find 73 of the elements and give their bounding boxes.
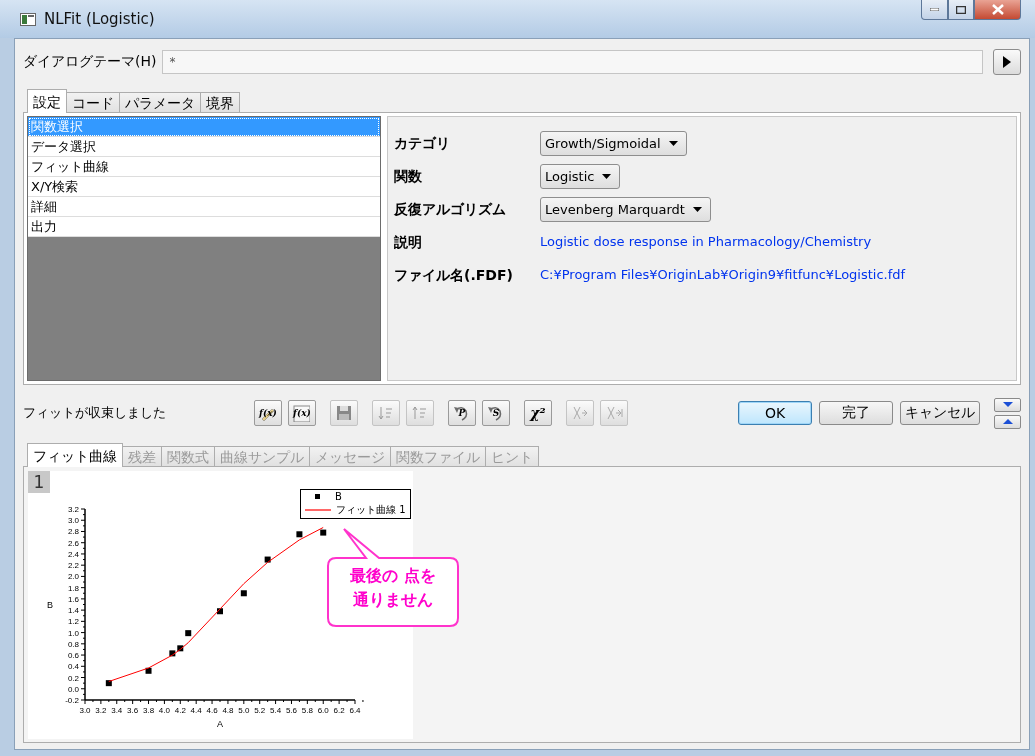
y-tick-label: 2.8 bbox=[67, 527, 79, 537]
x-tick-label: 5.4 bbox=[270, 706, 282, 715]
x-tick-label: 4.8 bbox=[222, 706, 234, 715]
dropdown[interactable]: Growth/Sigmoidal bbox=[540, 131, 687, 156]
field-label: カテゴリ bbox=[394, 134, 451, 153]
layer-number: 1 bbox=[28, 471, 50, 493]
y-tick-label: 0.0 bbox=[67, 684, 79, 694]
status-text: フィットが収束しました bbox=[23, 404, 167, 422]
dropdown[interactable]: Levenberg Marquardt bbox=[540, 197, 711, 222]
theme-field[interactable]: * bbox=[162, 50, 983, 74]
tab[interactable]: フィット曲線 bbox=[27, 443, 123, 467]
y-tick-label: 3.2 bbox=[67, 505, 79, 514]
tab[interactable]: 設定 bbox=[27, 89, 67, 113]
y-tick-label: 0.8 bbox=[67, 639, 79, 649]
field-label: 説明 bbox=[394, 233, 423, 252]
theme-label: ダイアログテーマ(H) bbox=[23, 53, 157, 71]
reset-button[interactable]: S bbox=[482, 400, 510, 426]
info-text: Logistic dose response in Pharmacology/Chemistry bbox=[540, 232, 873, 251]
y-tick-label: 2.0 bbox=[67, 572, 79, 582]
chi-square-button[interactable]: χ² bbox=[524, 400, 552, 426]
y-tick-label: 1.6 bbox=[67, 594, 79, 604]
x-tick-label: 5.8 bbox=[301, 706, 313, 715]
list-item[interactable]: 出力 bbox=[28, 217, 380, 237]
y-tick-label: 0.4 bbox=[67, 662, 79, 672]
x-tick-label: 5.2 bbox=[254, 706, 266, 715]
y-tick-label: 3.0 bbox=[67, 516, 79, 526]
list-item[interactable]: X/Y検索 bbox=[28, 177, 380, 197]
x-tick-label: 6.4 bbox=[349, 706, 361, 715]
y-tick-label: 1.0 bbox=[67, 628, 79, 638]
tab[interactable]: パラメータ bbox=[119, 92, 201, 113]
x-tick-label: 4.2 bbox=[174, 706, 186, 715]
field-label: 関数 bbox=[394, 167, 423, 186]
y-tick-label: 0.6 bbox=[67, 651, 79, 661]
x-tick-label: 3.4 bbox=[111, 706, 123, 715]
window-title: NLFit (Logistic) bbox=[44, 10, 155, 28]
y-tick-label: 2.6 bbox=[67, 538, 79, 548]
x-tick-label: 4.6 bbox=[206, 706, 218, 715]
x-tick-label: 3.0 bbox=[79, 706, 91, 715]
dialog-button[interactable]: キャンセル bbox=[900, 401, 980, 425]
x-tick-label: 3.2 bbox=[95, 706, 107, 715]
tab[interactable]: 境界 bbox=[200, 92, 240, 113]
function-file-button[interactable]: f(x) bbox=[288, 400, 316, 426]
y-tick-label: 2.2 bbox=[67, 561, 79, 571]
y-tick-label: -0.2 bbox=[65, 696, 79, 705]
x-tick-label: 3.8 bbox=[142, 706, 155, 715]
x-tick-label: 4.4 bbox=[190, 706, 202, 715]
edit-function-button[interactable]: f(x) bbox=[254, 400, 282, 426]
legend-label: B bbox=[335, 491, 342, 502]
callout-text: 最後の 点を通りません bbox=[349, 565, 437, 611]
x-tick-label: 6.0 bbox=[317, 706, 329, 715]
dropdown[interactable]: Logistic bbox=[540, 164, 621, 189]
reset-parameters-button[interactable]: P bbox=[448, 400, 476, 426]
legend-label: フィット曲線 1 bbox=[336, 503, 406, 517]
list-item[interactable]: フィット曲線 bbox=[28, 157, 380, 177]
dialog-button[interactable]: OK bbox=[738, 401, 812, 425]
y-tick-label: 1.2 bbox=[67, 617, 79, 627]
field-label: ファイル名(.FDF) bbox=[394, 266, 514, 285]
x-axis-title: A bbox=[217, 719, 223, 729]
dialog-button[interactable]: 完了 bbox=[819, 401, 893, 425]
y-axis-title: B bbox=[47, 599, 53, 610]
info-text: C:¥Program Files¥OriginLab¥Origin9¥fitfunc¥Logistic.fdf bbox=[540, 265, 907, 284]
x-tick-label: 3.6 bbox=[127, 706, 139, 715]
y-tick-label: 2.4 bbox=[67, 549, 79, 559]
y-tick-label: 0.2 bbox=[67, 673, 79, 683]
x-tick-label: 5.6 bbox=[285, 706, 298, 715]
x-tick-label: 6.2 bbox=[333, 706, 345, 715]
y-tick-label: 1.8 bbox=[67, 583, 79, 593]
field-label: 反復アルゴリズム bbox=[394, 200, 507, 219]
list-item[interactable]: データ選択 bbox=[28, 137, 380, 157]
y-tick-label: 1.4 bbox=[67, 606, 79, 616]
x-tick-label: 5.0 bbox=[238, 706, 250, 715]
list-item[interactable]: 詳細 bbox=[28, 197, 380, 217]
x-tick-label: 4.0 bbox=[158, 706, 170, 715]
